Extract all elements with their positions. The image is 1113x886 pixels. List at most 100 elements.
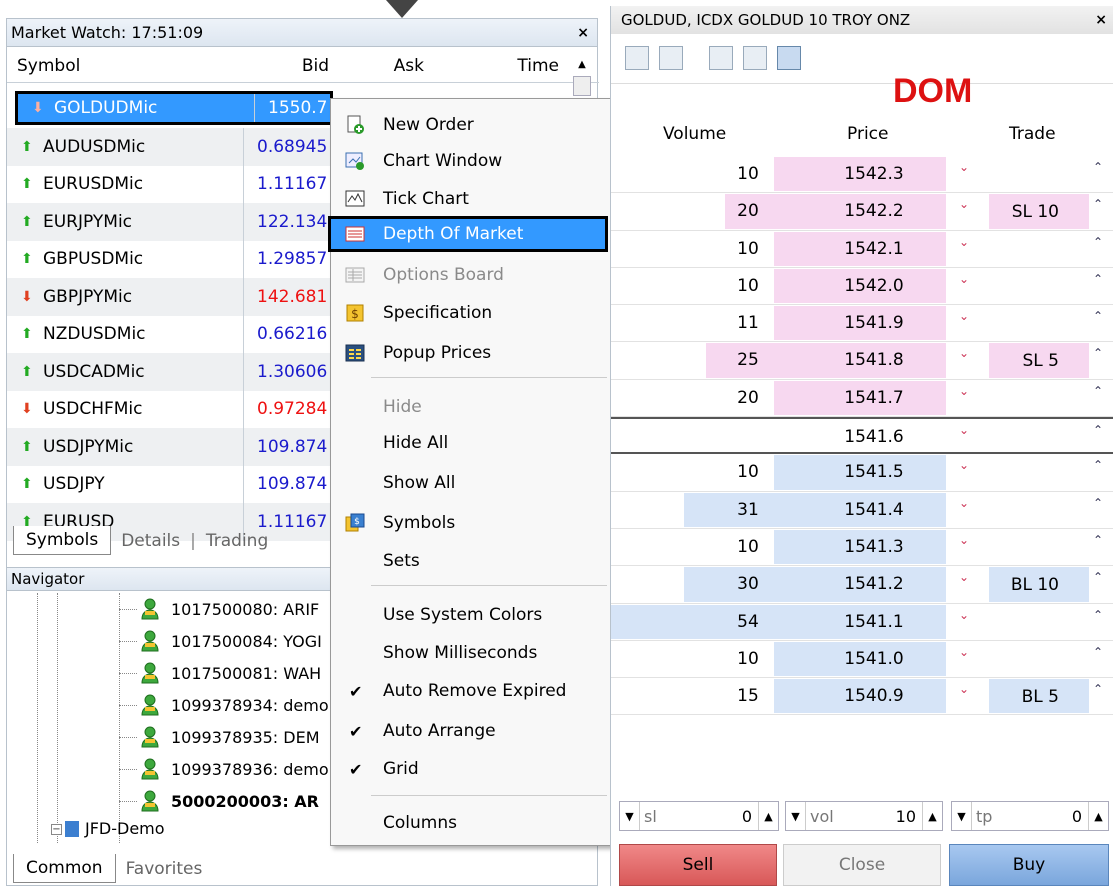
buy-chevron-icon[interactable]: ⌃ [1093, 346, 1103, 360]
account-item[interactable]: 1099378934: demo [7, 689, 337, 721]
collapse-icon[interactable]: − [51, 824, 62, 835]
account-item[interactable]: 1099378936: demo [7, 753, 337, 785]
dom-row[interactable]: BL 5 15 1540.9 ⌄ ⌃ [611, 678, 1113, 716]
buy-chevron-icon[interactable]: ⌃ [1093, 384, 1103, 398]
account-item[interactable]: 1017500084: YOGI [7, 625, 337, 657]
dom-row[interactable]: 10 1542.0 ⌄ ⌃ [611, 268, 1113, 306]
sell-chevron-icon[interactable]: ⌄ [959, 235, 969, 249]
menu-item-symbols[interactable]: $ Symbols [331, 505, 613, 541]
menu-item-grid[interactable]: ✔ Grid [331, 751, 613, 787]
chevron-down-icon[interactable]: ▼ [786, 802, 806, 830]
dom-row[interactable]: 20 1541.7 ⌄ ⌃ [611, 380, 1113, 418]
menu-item-hide[interactable]: Hide [331, 389, 613, 425]
sell-chevron-icon[interactable]: ⌄ [959, 533, 969, 547]
symbol-row[interactable]: ⬇ USDCHFMic 0.97284 [7, 390, 337, 428]
column-header-symbol[interactable]: Symbol [17, 56, 80, 76]
account-item[interactable]: 1017500080: ARIF [7, 593, 337, 625]
trade-cell[interactable]: SL 10 [989, 194, 1089, 229]
sell-chevron-icon[interactable]: ⌄ [959, 197, 969, 211]
chevron-down-icon[interactable]: ▼ [620, 802, 640, 830]
scroll-thumb[interactable] [573, 76, 591, 96]
dom-row[interactable]: SL 10 20 1542.2 ⌄ ⌃ [611, 193, 1113, 231]
symbol-row[interactable]: ⬆ USDJPY 109.874 [7, 465, 337, 503]
close-icon[interactable]: × [577, 25, 589, 41]
buy-chevron-icon[interactable]: ⌃ [1093, 533, 1103, 547]
chevron-up-icon[interactable]: ▲ [922, 802, 942, 830]
account-item[interactable]: 5000200003: AR [7, 785, 337, 817]
sell-chevron-icon[interactable]: ⌄ [959, 570, 969, 584]
column-header-time[interactable]: Time [517, 56, 559, 76]
sell-chevron-icon[interactable]: ⌄ [959, 160, 969, 174]
dom-row[interactable]: 1541.6 ⌄ ⌃ [611, 417, 1113, 455]
dom-row[interactable]: BL 10 30 1541.2 ⌄ ⌃ [611, 566, 1113, 604]
buy-chevron-icon[interactable]: ⌃ [1093, 197, 1103, 211]
dom-row[interactable]: 54 1541.1 ⌄ ⌃ [611, 604, 1113, 641]
chevron-up-icon[interactable]: ▲ [758, 802, 778, 830]
buy-button[interactable]: Buy [949, 844, 1109, 886]
dom-row[interactable]: 10 1542.1 ⌄ ⌃ [611, 231, 1113, 268]
sell-chevron-icon[interactable]: ⌄ [959, 309, 969, 323]
menu-item-options-board[interactable]: Options Board [331, 257, 613, 293]
menu-item-columns[interactable]: Columns [331, 805, 613, 841]
symbol-row[interactable]: ⬆ EURJPYMic 122.134 [7, 203, 337, 241]
account-item[interactable]: 1099378935: DEM [7, 721, 337, 753]
symbol-row[interactable]: ⬇ GBPJPYMic 142.681 [7, 278, 337, 316]
dom-row[interactable]: 10 1542.3 ⌄ ⌃ [611, 156, 1113, 194]
sell-chevron-icon[interactable]: ⌄ [959, 346, 969, 360]
dom-row[interactable]: 10 1541.3 ⌄ ⌃ [611, 529, 1113, 567]
chart-toggle-icon[interactable] [625, 46, 649, 70]
sell-chevron-icon[interactable]: ⌄ [959, 496, 969, 510]
menu-item-popup-prices[interactable]: Popup Prices [331, 335, 613, 371]
buy-chevron-icon[interactable]: ⌃ [1093, 235, 1103, 249]
menu-item-use-system-colors[interactable]: Use System Colors [331, 597, 613, 633]
buy-chevron-icon[interactable]: ⌃ [1093, 645, 1103, 659]
menu-item-specification[interactable]: $ Specification [331, 295, 613, 331]
tab-favorites[interactable]: Favorites [116, 855, 213, 883]
buy-chevron-icon[interactable]: ⌃ [1093, 682, 1103, 696]
buy-chevron-icon[interactable]: ⌃ [1093, 160, 1103, 174]
vol-input[interactable]: vol 10 [806, 802, 922, 830]
sell-button[interactable]: Sell [619, 844, 777, 886]
sell-chevron-icon[interactable]: ⌄ [959, 608, 969, 622]
menu-item-new-order[interactable]: New Order [331, 107, 613, 143]
symbol-row[interactable]: ⬇ GOLDUDMic 1550.7 [15, 91, 333, 125]
menu-item-auto-arrange[interactable]: ✔ Auto Arrange [331, 713, 613, 749]
buy-chevron-icon[interactable]: ⌃ [1093, 608, 1103, 622]
dom-row[interactable]: 11 1541.9 ⌄ ⌃ [611, 305, 1113, 343]
dom-row[interactable]: 10 1541.0 ⌄ ⌃ [611, 641, 1113, 679]
sell-chevron-icon[interactable]: ⌄ [959, 384, 969, 398]
menu-item-chart-window[interactable]: Chart Window [331, 143, 613, 179]
buy-chevron-icon[interactable]: ⌃ [1093, 423, 1103, 437]
close-icon[interactable]: × [1095, 12, 1107, 28]
buy-chevron-icon[interactable]: ⌃ [1093, 309, 1103, 323]
tab-symbols[interactable]: Symbols [13, 526, 112, 555]
menu-item-tick-chart[interactable]: Tick Chart [331, 181, 613, 217]
scroll-up-icon[interactable]: ▲ [571, 59, 593, 70]
center-price-icon[interactable] [777, 46, 801, 70]
tp-input[interactable]: tp 0 [972, 802, 1088, 830]
sell-chevron-icon[interactable]: ⌄ [959, 682, 969, 696]
sell-chevron-icon[interactable]: ⌄ [959, 458, 969, 472]
buy-chevron-icon[interactable]: ⌃ [1093, 496, 1103, 510]
history-icon[interactable] [659, 46, 683, 70]
trade-cell[interactable]: SL 5 [989, 343, 1089, 378]
symbol-row[interactable]: ⬆ NZDUSDMic 0.66216 [7, 315, 337, 353]
sell-chevron-icon[interactable]: ⌄ [959, 423, 969, 437]
menu-item-sets[interactable]: Sets [331, 543, 613, 579]
sell-chevron-icon[interactable]: ⌄ [959, 645, 969, 659]
menu-item-depth-of-market[interactable]: Depth Of Market [328, 216, 608, 252]
menu-item-hide-all[interactable]: Hide All [331, 425, 613, 461]
sl-input[interactable]: sl 0 [640, 802, 758, 830]
volume-icon[interactable] [709, 46, 733, 70]
account-item[interactable]: 1017500081: WAH [7, 657, 337, 689]
server-item[interactable]: − JFD-Demo [7, 817, 337, 841]
column-header-ask[interactable]: Ask [394, 56, 424, 76]
menu-item-auto-remove-expired[interactable]: ✔ Auto Remove Expired [331, 673, 613, 709]
symbol-row[interactable]: ⬆ USDJPYMic 109.874 [7, 428, 337, 466]
trade-cell[interactable]: BL 5 [989, 679, 1089, 714]
menu-item-show-all[interactable]: Show All [331, 465, 613, 501]
one-click-icon[interactable] [743, 46, 767, 70]
chevron-down-icon[interactable]: ▼ [952, 802, 972, 830]
dom-row[interactable]: SL 5 25 1541.8 ⌄ ⌃ [611, 342, 1113, 380]
column-header-bid[interactable]: Bid [302, 56, 329, 76]
